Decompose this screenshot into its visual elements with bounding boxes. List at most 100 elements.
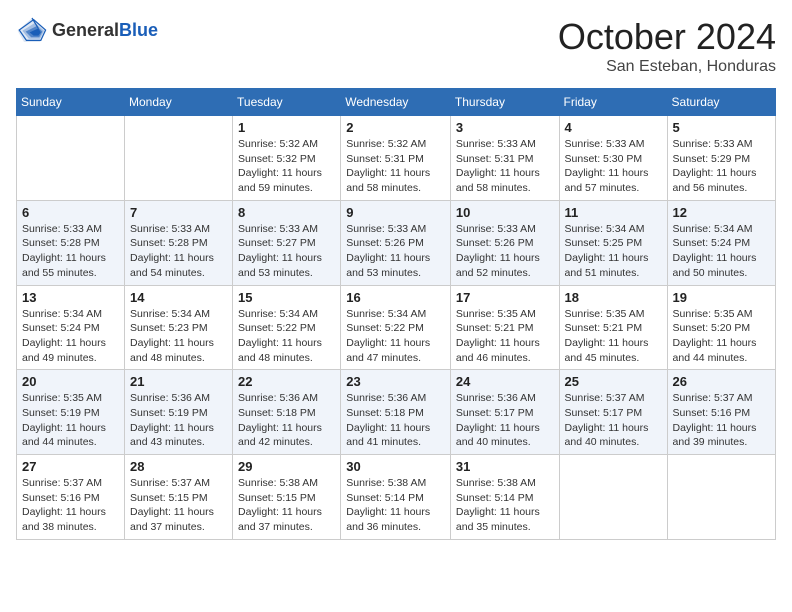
table-row: 18 Sunrise: 5:35 AMSunset: 5:21 PMDaylig… [559,285,667,370]
location-title: San Esteban, Honduras [558,58,776,76]
day-info: Sunrise: 5:38 AMSunset: 5:14 PMDaylight:… [346,476,445,535]
day-number: 23 [346,374,445,389]
logo-icon [16,16,48,44]
day-number: 6 [22,205,119,220]
day-info: Sunrise: 5:32 AMSunset: 5:32 PMDaylight:… [238,137,335,196]
day-number: 12 [673,205,770,220]
day-number: 25 [565,374,662,389]
table-row: 28 Sunrise: 5:37 AMSunset: 5:15 PMDaylig… [125,455,233,540]
weekday-header-row: Sunday Monday Tuesday Wednesday Thursday… [17,89,776,116]
day-info: Sunrise: 5:33 AMSunset: 5:26 PMDaylight:… [346,222,445,281]
day-number: 10 [456,205,554,220]
day-info: Sunrise: 5:36 AMSunset: 5:17 PMDaylight:… [456,391,554,450]
day-number: 15 [238,290,335,305]
week-row-1: 1 Sunrise: 5:32 AMSunset: 5:32 PMDayligh… [17,116,776,201]
day-info: Sunrise: 5:33 AMSunset: 5:28 PMDaylight:… [22,222,119,281]
day-number: 28 [130,459,227,474]
table-row: 14 Sunrise: 5:34 AMSunset: 5:23 PMDaylig… [125,285,233,370]
day-info: Sunrise: 5:37 AMSunset: 5:17 PMDaylight:… [565,391,662,450]
day-info: Sunrise: 5:37 AMSunset: 5:16 PMDaylight:… [673,391,770,450]
table-row: 29 Sunrise: 5:38 AMSunset: 5:15 PMDaylig… [233,455,341,540]
day-number: 5 [673,120,770,135]
table-row: 12 Sunrise: 5:34 AMSunset: 5:24 PMDaylig… [667,200,775,285]
day-info: Sunrise: 5:34 AMSunset: 5:22 PMDaylight:… [346,307,445,366]
table-row: 10 Sunrise: 5:33 AMSunset: 5:26 PMDaylig… [450,200,559,285]
day-info: Sunrise: 5:34 AMSunset: 5:25 PMDaylight:… [565,222,662,281]
day-number: 8 [238,205,335,220]
title-section: October 2024 San Esteban, Honduras [558,16,776,76]
day-number: 19 [673,290,770,305]
table-row: 13 Sunrise: 5:34 AMSunset: 5:24 PMDaylig… [17,285,125,370]
header-wednesday: Wednesday [341,89,451,116]
logo-general-text: General [52,20,119,41]
day-info: Sunrise: 5:34 AMSunset: 5:23 PMDaylight:… [130,307,227,366]
table-row [17,116,125,201]
table-row: 11 Sunrise: 5:34 AMSunset: 5:25 PMDaylig… [559,200,667,285]
day-info: Sunrise: 5:33 AMSunset: 5:29 PMDaylight:… [673,137,770,196]
day-number: 14 [130,290,227,305]
day-info: Sunrise: 5:36 AMSunset: 5:18 PMDaylight:… [238,391,335,450]
day-number: 24 [456,374,554,389]
day-info: Sunrise: 5:34 AMSunset: 5:22 PMDaylight:… [238,307,335,366]
week-row-5: 27 Sunrise: 5:37 AMSunset: 5:16 PMDaylig… [17,455,776,540]
day-number: 26 [673,374,770,389]
day-info: Sunrise: 5:33 AMSunset: 5:27 PMDaylight:… [238,222,335,281]
table-row [125,116,233,201]
day-number: 17 [456,290,554,305]
day-number: 7 [130,205,227,220]
table-row: 17 Sunrise: 5:35 AMSunset: 5:21 PMDaylig… [450,285,559,370]
day-info: Sunrise: 5:37 AMSunset: 5:16 PMDaylight:… [22,476,119,535]
table-row: 26 Sunrise: 5:37 AMSunset: 5:16 PMDaylig… [667,370,775,455]
day-number: 20 [22,374,119,389]
week-row-3: 13 Sunrise: 5:34 AMSunset: 5:24 PMDaylig… [17,285,776,370]
day-info: Sunrise: 5:35 AMSunset: 5:21 PMDaylight:… [456,307,554,366]
page-header: General Blue October 2024 San Esteban, H… [16,16,776,76]
table-row: 16 Sunrise: 5:34 AMSunset: 5:22 PMDaylig… [341,285,451,370]
calendar-table: Sunday Monday Tuesday Wednesday Thursday… [16,88,776,540]
table-row: 1 Sunrise: 5:32 AMSunset: 5:32 PMDayligh… [233,116,341,201]
table-row: 19 Sunrise: 5:35 AMSunset: 5:20 PMDaylig… [667,285,775,370]
table-row: 8 Sunrise: 5:33 AMSunset: 5:27 PMDayligh… [233,200,341,285]
day-number: 30 [346,459,445,474]
day-info: Sunrise: 5:37 AMSunset: 5:15 PMDaylight:… [130,476,227,535]
day-number: 18 [565,290,662,305]
day-info: Sunrise: 5:36 AMSunset: 5:18 PMDaylight:… [346,391,445,450]
day-number: 27 [22,459,119,474]
day-info: Sunrise: 5:35 AMSunset: 5:21 PMDaylight:… [565,307,662,366]
table-row: 9 Sunrise: 5:33 AMSunset: 5:26 PMDayligh… [341,200,451,285]
week-row-2: 6 Sunrise: 5:33 AMSunset: 5:28 PMDayligh… [17,200,776,285]
header-saturday: Saturday [667,89,775,116]
day-info: Sunrise: 5:38 AMSunset: 5:15 PMDaylight:… [238,476,335,535]
table-row: 30 Sunrise: 5:38 AMSunset: 5:14 PMDaylig… [341,455,451,540]
day-info: Sunrise: 5:34 AMSunset: 5:24 PMDaylight:… [22,307,119,366]
day-info: Sunrise: 5:36 AMSunset: 5:19 PMDaylight:… [130,391,227,450]
table-row: 25 Sunrise: 5:37 AMSunset: 5:17 PMDaylig… [559,370,667,455]
day-info: Sunrise: 5:35 AMSunset: 5:19 PMDaylight:… [22,391,119,450]
day-number: 31 [456,459,554,474]
day-number: 3 [456,120,554,135]
table-row: 5 Sunrise: 5:33 AMSunset: 5:29 PMDayligh… [667,116,775,201]
table-row: 2 Sunrise: 5:32 AMSunset: 5:31 PMDayligh… [341,116,451,201]
table-row: 4 Sunrise: 5:33 AMSunset: 5:30 PMDayligh… [559,116,667,201]
table-row: 15 Sunrise: 5:34 AMSunset: 5:22 PMDaylig… [233,285,341,370]
table-row: 23 Sunrise: 5:36 AMSunset: 5:18 PMDaylig… [341,370,451,455]
header-friday: Friday [559,89,667,116]
day-info: Sunrise: 5:34 AMSunset: 5:24 PMDaylight:… [673,222,770,281]
header-thursday: Thursday [450,89,559,116]
table-row: 3 Sunrise: 5:33 AMSunset: 5:31 PMDayligh… [450,116,559,201]
table-row: 21 Sunrise: 5:36 AMSunset: 5:19 PMDaylig… [125,370,233,455]
day-info: Sunrise: 5:33 AMSunset: 5:31 PMDaylight:… [456,137,554,196]
day-number: 16 [346,290,445,305]
header-tuesday: Tuesday [233,89,341,116]
week-row-4: 20 Sunrise: 5:35 AMSunset: 5:19 PMDaylig… [17,370,776,455]
month-title: October 2024 [558,16,776,58]
day-info: Sunrise: 5:35 AMSunset: 5:20 PMDaylight:… [673,307,770,366]
day-number: 22 [238,374,335,389]
table-row: 22 Sunrise: 5:36 AMSunset: 5:18 PMDaylig… [233,370,341,455]
day-number: 2 [346,120,445,135]
day-number: 13 [22,290,119,305]
day-number: 29 [238,459,335,474]
table-row: 24 Sunrise: 5:36 AMSunset: 5:17 PMDaylig… [450,370,559,455]
day-info: Sunrise: 5:33 AMSunset: 5:28 PMDaylight:… [130,222,227,281]
table-row [559,455,667,540]
